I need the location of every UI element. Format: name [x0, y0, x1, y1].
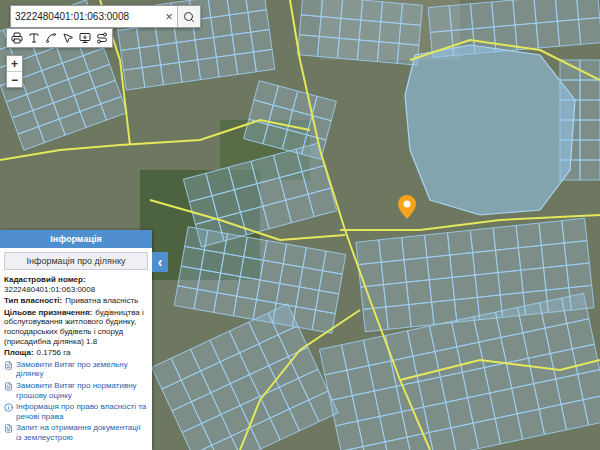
parcel-block[interactable] — [298, 0, 423, 65]
zoom-out-button[interactable]: − — [7, 71, 22, 87]
field-label: Площа: — [4, 348, 34, 357]
map-toolbar — [6, 28, 113, 48]
parcel-block[interactable] — [152, 304, 339, 450]
parcel-block[interactable] — [356, 218, 594, 332]
road — [240, 310, 360, 450]
cursor-icon — [62, 32, 74, 44]
parcel-block[interactable] — [319, 293, 600, 450]
map-page: 3222480401:01:063:0008×+−ІнформаціяІнфор… — [0, 0, 600, 450]
text-icon — [28, 32, 40, 44]
info-field: Тип власності:Приватна власність — [4, 296, 148, 306]
field-label: Тип власності: — [4, 296, 62, 305]
printer-icon — [11, 32, 23, 44]
measure-icon — [45, 32, 57, 44]
field-value: 0.1756 га — [37, 348, 71, 357]
export-icon — [79, 32, 91, 44]
tool-button[interactable] — [61, 31, 75, 45]
info-field: Цільове призначення:будівництва і обслуг… — [4, 308, 148, 346]
document-icon — [4, 424, 13, 433]
field-label: Кадастровий номер: — [4, 275, 145, 285]
info-field: Кадастровий номер:3222480401:01:063:0008 — [4, 275, 148, 294]
search-field[interactable]: 3222480401:01:063:0008 — [11, 6, 161, 27]
road — [0, 120, 310, 160]
info-link[interactable]: Замовити Витяг про нормативну грошову оц… — [4, 381, 148, 400]
collapse-panel-button[interactable]: ‹ — [152, 252, 168, 272]
panel-subtitle: Інформація про ділянку — [4, 252, 148, 270]
search-icon — [183, 11, 195, 23]
search-bar: 3222480401:01:063:0008× — [10, 5, 201, 28]
large-parcel[interactable] — [405, 45, 575, 215]
info-link[interactable]: Замовити Витяг про земельну ділянку — [4, 360, 148, 379]
location-pin-icon[interactable] — [398, 195, 416, 219]
field-value: 3222480401:01:063:0008 — [4, 285, 95, 294]
road — [150, 200, 345, 240]
panel-header: Інформація — [0, 230, 152, 248]
document-icon — [4, 382, 13, 391]
search-button[interactable] — [177, 6, 200, 27]
road — [400, 360, 600, 380]
document-icon — [4, 361, 13, 370]
field-label: Цільове призначення: — [4, 308, 92, 317]
tool-button[interactable] — [10, 31, 24, 45]
info-link[interactable]: Інформація про право власності та речові… — [4, 402, 148, 421]
field-value: Приватна власність — [65, 296, 138, 305]
zoom-in-button[interactable]: + — [7, 56, 22, 71]
road — [340, 215, 600, 230]
tool-button[interactable] — [44, 31, 58, 45]
tool-button[interactable] — [95, 31, 109, 45]
zoom-control: +− — [6, 55, 23, 88]
road — [410, 40, 600, 80]
road — [290, 0, 430, 450]
info-field: Площа:0.1756 га — [4, 348, 148, 358]
info-panel: Інформація Інформація про ділянку Кадастро… — [0, 230, 152, 450]
tool-button[interactable] — [78, 31, 92, 45]
tool-button[interactable] — [27, 31, 41, 45]
clear-button[interactable]: × — [161, 6, 177, 27]
panel-body: Інформація про ділянку Кадастровий номер:… — [0, 248, 152, 447]
route-icon — [96, 32, 108, 44]
info-icon — [4, 403, 13, 412]
info-link[interactable]: Запит на отримання документації із земле… — [4, 423, 148, 442]
